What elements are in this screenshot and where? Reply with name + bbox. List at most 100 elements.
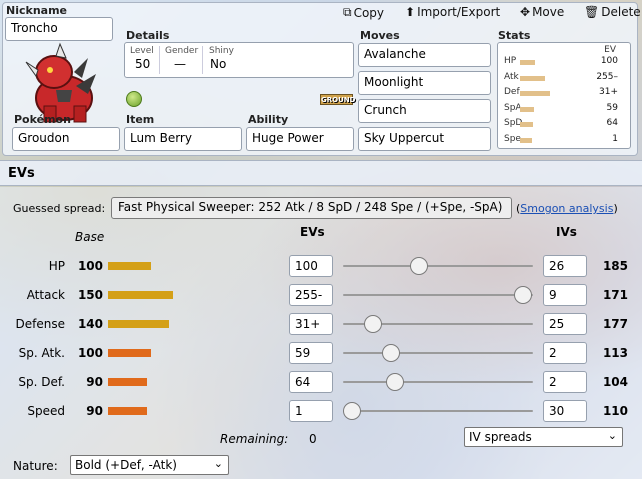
ev-slider-thumb[interactable] xyxy=(343,402,361,420)
import-export-button[interactable]: ⬆ Import/Export xyxy=(405,5,500,19)
shiny-label: Shiny xyxy=(209,46,234,56)
iv-spreads-select[interactable]: IV spreads ⌄ xyxy=(464,427,623,447)
nature-value: Bold (+Def, -Atk) xyxy=(75,458,177,472)
pokemon-input[interactable]: Groudon xyxy=(12,127,120,151)
stat-name: Speed xyxy=(27,404,65,418)
base-column-header: Base xyxy=(75,230,105,244)
iv-input[interactable]: 2 xyxy=(543,342,587,364)
move-button[interactable]: ✥ Move xyxy=(520,5,564,19)
stat-total: 113 xyxy=(602,346,628,360)
nature-select[interactable]: Bold (+Def, -Atk) ⌄ xyxy=(70,455,229,475)
smogon-analysis-link[interactable]: Smogon analysis xyxy=(520,202,613,215)
base-stat-bar xyxy=(108,291,173,299)
stats-summary-stat-name: SpA xyxy=(504,102,522,113)
ev-slider-track[interactable] xyxy=(343,265,533,267)
stats-summary-stat-name: Spe xyxy=(504,133,521,144)
item-label: Item xyxy=(126,113,155,126)
base-stat-bar xyxy=(108,378,147,386)
evs-column-header: EVs xyxy=(300,225,325,239)
move-input-1[interactable]: Avalanche xyxy=(358,43,491,67)
ability-input[interactable]: Huge Power xyxy=(246,127,354,151)
ev-slider-thumb[interactable] xyxy=(514,286,532,304)
base-stat-bar xyxy=(108,349,151,357)
stats-summary-button[interactable]: EV HP 100 Atk 255– Def 31+ SpA 59 SpD 64 Spe 1 xyxy=(497,42,631,149)
move-input-2[interactable]: Moonlight xyxy=(358,71,491,95)
stats-label: Stats xyxy=(498,29,531,42)
item-input[interactable]: Lum Berry xyxy=(124,127,242,151)
stats-summary-ev-value: 100 xyxy=(600,56,618,66)
ev-input[interactable]: 255- xyxy=(289,284,333,306)
stats-summary-row: Spe 1 xyxy=(498,134,632,147)
ev-column-header: EV xyxy=(604,45,616,55)
ev-slider-track[interactable] xyxy=(343,294,533,296)
upload-icon: ⬆ xyxy=(405,5,416,19)
stats-summary-ev-value: 1 xyxy=(612,133,618,144)
stats-summary-bar xyxy=(520,75,545,81)
stats-summary-row: Atk 255– xyxy=(498,72,632,85)
stats-summary-stat-name: HP xyxy=(504,56,517,66)
ev-slider-thumb[interactable] xyxy=(363,315,382,333)
level-value: 50 xyxy=(135,57,151,71)
move-input-3[interactable]: Crunch xyxy=(358,99,491,123)
iv-input[interactable]: 2 xyxy=(543,371,587,393)
shiny-cell[interactable]: Shiny No xyxy=(204,44,264,76)
ev-slider-track[interactable] xyxy=(343,410,533,412)
chevron-down-icon: ⌄ xyxy=(607,429,617,442)
guessed-spread-label: Guessed spread: xyxy=(13,202,106,215)
ev-slider-track[interactable] xyxy=(343,352,533,354)
stats-summary-bar xyxy=(520,106,534,112)
base-stat-value: 100 xyxy=(77,259,103,273)
base-stat-value: 100 xyxy=(77,346,103,360)
nature-label: Nature: xyxy=(13,459,58,473)
base-stat-value: 90 xyxy=(86,404,103,418)
move-icon: ✥ xyxy=(520,5,531,19)
iv-input[interactable]: 9 xyxy=(543,284,587,306)
guessed-spread-button[interactable]: Fast Physical Sweeper: 252 Atk / 8 SpD /… xyxy=(111,197,512,219)
iv-input[interactable]: 26 xyxy=(543,255,587,277)
stat-name: HP xyxy=(48,259,65,273)
copy-button[interactable]: ⧉ Copy xyxy=(343,5,384,20)
nickname-input[interactable]: Troncho xyxy=(5,17,113,41)
base-stat-bar xyxy=(108,262,151,270)
stats-summary-ev-value: 255– xyxy=(596,71,618,82)
stats-summary-ev-value: 31+ xyxy=(599,87,618,97)
stat-name: Defense xyxy=(15,317,65,331)
ev-input[interactable]: 1 xyxy=(289,400,333,422)
stat-total: 110 xyxy=(602,404,628,418)
pokemon-label: Pokémon xyxy=(14,113,71,126)
stats-summary-ev-value: 64 xyxy=(606,118,618,128)
stat-name: Attack xyxy=(26,288,65,302)
stats-summary-bar xyxy=(520,137,532,143)
ev-input[interactable]: 59 xyxy=(289,342,333,364)
stats-summary-stat-name: Atk xyxy=(504,71,519,82)
iv-spreads-value: IV spreads xyxy=(469,430,532,444)
iv-input[interactable]: 25 xyxy=(543,313,587,335)
lum-berry-icon xyxy=(126,91,142,107)
gender-value: — xyxy=(174,57,186,71)
ev-slider-thumb[interactable] xyxy=(409,257,428,275)
ev-slider-track[interactable] xyxy=(343,381,533,383)
iv-input[interactable]: 30 xyxy=(543,400,587,422)
details-label: Details xyxy=(126,29,170,42)
gender-cell[interactable]: Gender — xyxy=(160,44,202,76)
stats-summary-bar xyxy=(520,91,550,96)
delete-button[interactable]: 🗑 Delete xyxy=(584,5,641,19)
stat-row: HP 100 100 26 185 xyxy=(0,254,642,278)
ev-slider-thumb[interactable] xyxy=(385,373,404,391)
set-panel: ⧉ Copy ⬆ Import/Export ✥ Move 🗑 Delete Nickn… xyxy=(0,0,642,157)
base-stat-value: 90 xyxy=(86,375,103,389)
evs-section-header: EVs xyxy=(0,160,642,186)
stat-total: 104 xyxy=(602,375,628,389)
smogon-analysis: (Smogon analysis) xyxy=(516,202,618,215)
move-input-4[interactable]: Sky Uppercut xyxy=(358,127,491,151)
base-stat-value: 150 xyxy=(77,288,103,302)
level-cell[interactable]: Level 50 xyxy=(125,44,158,76)
base-stat-value: 140 xyxy=(77,317,103,331)
stat-row: Sp. Def. 90 64 2 104 xyxy=(0,370,642,394)
ev-slider-thumb[interactable] xyxy=(382,344,401,362)
ev-input[interactable]: 100 xyxy=(289,255,333,277)
ev-input[interactable]: 31+ xyxy=(289,313,333,335)
ev-input[interactable]: 64 xyxy=(289,371,333,393)
stat-row: Speed 90 1 30 110 xyxy=(0,399,642,423)
ivs-column-header: IVs xyxy=(556,225,577,239)
